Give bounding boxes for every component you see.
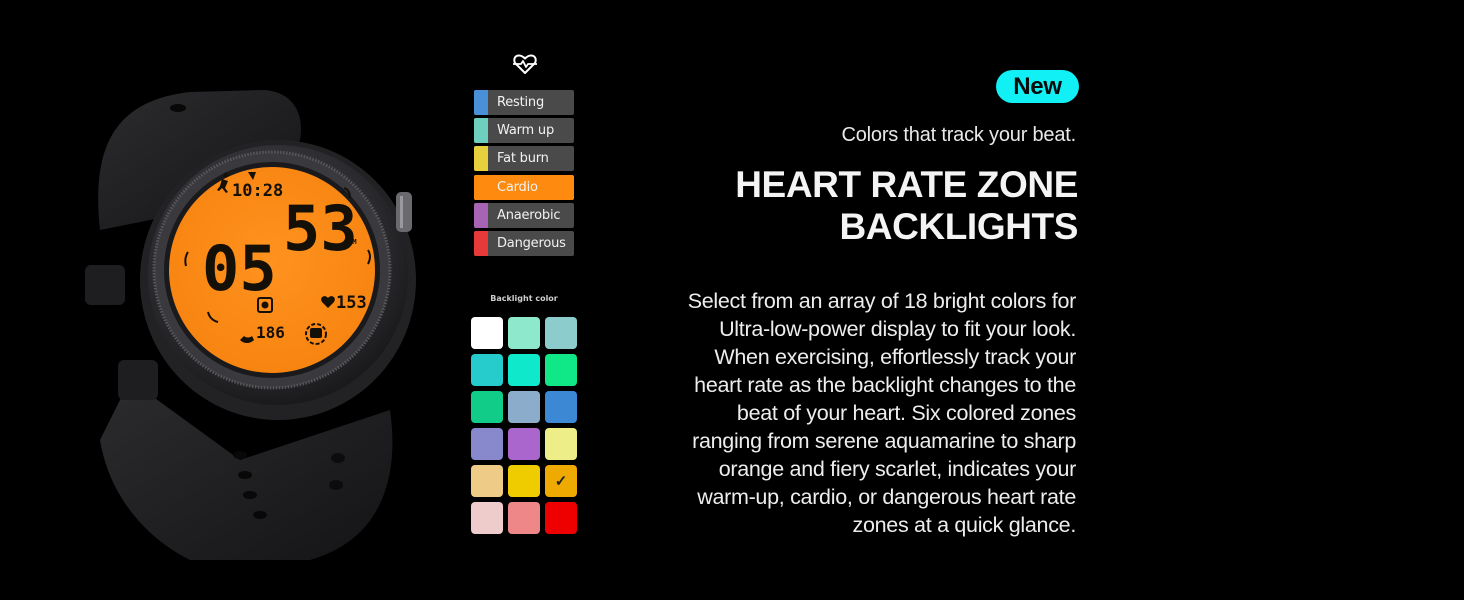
backlight-color-title: Backlight color [490, 294, 558, 303]
smartwatch-image: 10:28 05 53 /KM " 153 186 [60, 80, 440, 560]
zone-label: Dangerous [497, 235, 566, 251]
color-swatch[interactable] [545, 502, 577, 534]
watch-pace-unit: /KM [344, 238, 357, 246]
heart-rate-zone-list: Resting Warm up Fat burn Cardio Anaerobi… [474, 90, 574, 259]
backlight-color-grid: ✓ [471, 317, 579, 534]
checkmark-icon: ✓ [554, 473, 568, 490]
svg-text:": " [340, 190, 345, 200]
description-line: Select from an array of 18 bright colors… [687, 289, 1077, 313]
color-swatch[interactable] [471, 465, 503, 497]
watch-time: 10:28 [232, 181, 283, 201]
zone-color-chip [474, 230, 488, 256]
headline-line: BACKLIGHTS [839, 206, 1078, 247]
color-swatch[interactable] [508, 391, 540, 423]
zone-label: Anaerobic [497, 207, 561, 223]
zone-color-chip [474, 202, 488, 228]
description: Select from an array of 18 bright colors… [616, 287, 1077, 539]
watch-heart-rate: 153 [336, 293, 367, 313]
color-swatch[interactable] [545, 354, 577, 386]
color-swatch[interactable] [545, 391, 577, 423]
color-swatch[interactable] [471, 391, 503, 423]
watch-steps: 186 [256, 323, 285, 342]
new-badge: New [996, 70, 1079, 103]
zone-item-fat-burn[interactable]: Fat burn [474, 146, 574, 172]
description-line: zones at a quick glance. [852, 513, 1077, 537]
color-swatch[interactable] [508, 428, 540, 460]
color-swatch[interactable] [471, 502, 503, 534]
tagline: Colors that track your beat. [841, 124, 1076, 146]
description-line: orange and fiery scarlet, indicates your [718, 457, 1077, 481]
description-line: warm-up, cardio, or dangerous heart rate [697, 485, 1076, 509]
zone-color-chip [474, 118, 488, 144]
color-swatch[interactable] [471, 317, 503, 349]
headline-line: HEART RATE ZONE [735, 164, 1078, 205]
color-swatch[interactable] [471, 428, 503, 460]
zone-label: Resting [497, 95, 545, 110]
color-swatch[interactable] [545, 428, 577, 460]
color-swatch[interactable] [508, 502, 540, 534]
heart-rate-icon [512, 53, 538, 75]
watch-pace-seconds: 53 [283, 192, 358, 265]
zone-item-cardio[interactable]: Cardio [474, 174, 574, 200]
description-line: ranging from serene aquamarine to sharp [692, 429, 1076, 453]
zone-label: Warm up [497, 123, 554, 139]
description-line: beat of your heart. Six colored zones [736, 401, 1076, 425]
color-swatch[interactable] [508, 354, 540, 386]
description-line: heart rate as the backlight changes to t… [694, 373, 1076, 397]
zone-item-anaerobic[interactable]: Anaerobic [474, 202, 574, 228]
zone-item-resting[interactable]: Resting [474, 90, 574, 115]
zone-label: Fat burn [497, 151, 549, 167]
description-line: Ultra-low-power display to fit your look… [719, 317, 1076, 341]
headline: HEART RATE ZONE BACKLIGHTS [735, 164, 1078, 248]
color-swatch[interactable] [508, 465, 540, 497]
zone-item-warm-up[interactable]: Warm up [474, 118, 574, 144]
color-swatch-selected[interactable]: ✓ [545, 465, 577, 497]
zone-label: Cardio [497, 179, 538, 195]
color-swatch[interactable] [508, 317, 540, 349]
watch-pace-minutes: 05 [202, 232, 277, 305]
zone-color-chip [474, 90, 488, 115]
color-swatch[interactable] [471, 354, 503, 386]
color-swatch[interactable] [545, 317, 577, 349]
zone-color-chip [474, 146, 488, 172]
zone-item-dangerous[interactable]: Dangerous [474, 230, 574, 256]
description-line: When exercising, effortlessly track your [714, 345, 1076, 369]
zone-color-chip [474, 174, 488, 200]
